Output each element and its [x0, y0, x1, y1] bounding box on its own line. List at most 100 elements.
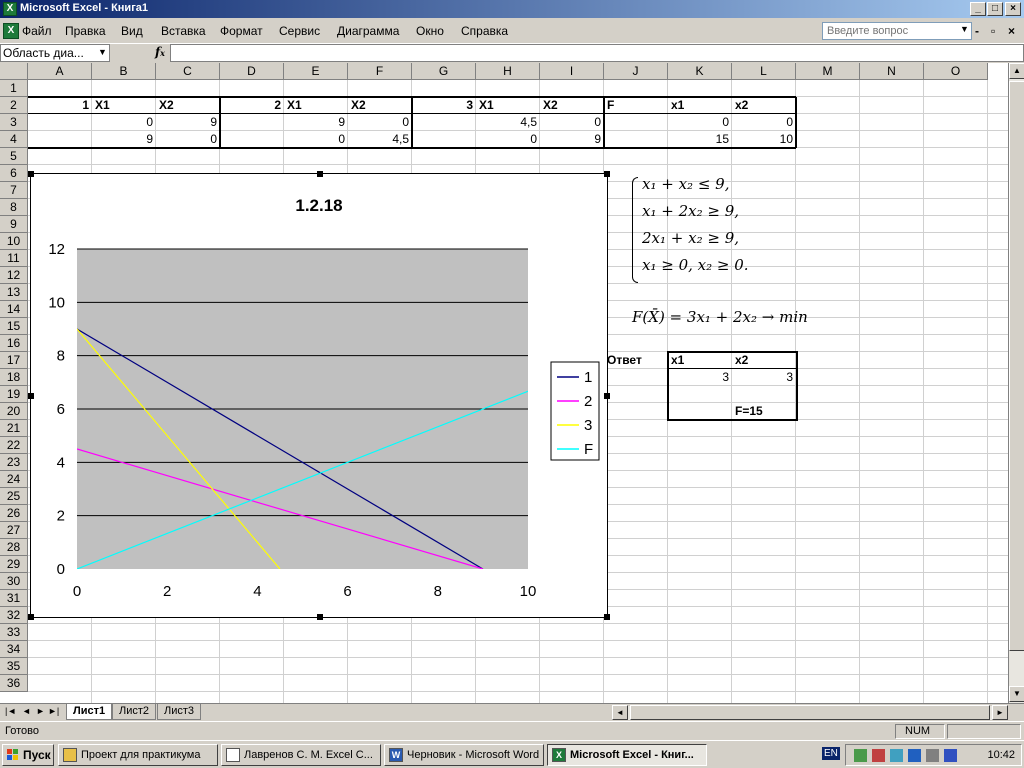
row-header-4[interactable]: 4 — [0, 131, 28, 148]
row-header-1[interactable]: 1 — [0, 80, 28, 97]
select-all-corner[interactable] — [0, 63, 28, 80]
start-button[interactable]: Пуск — [2, 744, 54, 766]
menu-view[interactable]: Вид — [121, 24, 143, 38]
answer-header-x2[interactable]: x2 — [732, 352, 796, 369]
cell-i3[interactable]: 0 — [540, 114, 604, 131]
column-header-l[interactable]: L — [732, 63, 796, 80]
cell-e2[interactable]: X1 — [284, 97, 348, 114]
column-header-j[interactable]: J — [604, 63, 668, 80]
doc-close-button[interactable]: × — [1008, 24, 1015, 38]
answer-label[interactable]: Ответ — [604, 352, 668, 369]
row-header-19[interactable]: 19 — [0, 386, 28, 403]
scroll-down-button[interactable]: ▼ — [1009, 686, 1024, 702]
column-header-k[interactable]: K — [668, 63, 732, 80]
row-header-25[interactable]: 25 — [0, 488, 28, 505]
row-header-2[interactable]: 2 — [0, 97, 28, 114]
row-header-22[interactable]: 22 — [0, 437, 28, 454]
name-box-dropdown-icon[interactable]: ▼ — [98, 47, 107, 57]
volume-icon[interactable] — [926, 749, 939, 762]
horizontal-scrollbar[interactable]: ◄ ► — [612, 705, 1008, 720]
row-header-32[interactable]: 32 — [0, 607, 28, 624]
language-indicator[interactable]: EN — [822, 747, 840, 760]
worksheet-grid[interactable]: A B C D E F G H I J K L M N O 1 2 3 4 5 6 7 8 9 10 11 12 13 14 15 16 17… — [0, 63, 1008, 703]
answer-objective-value[interactable]: F=15 — [732, 403, 796, 420]
row-header-34[interactable]: 34 — [0, 641, 28, 658]
scroll-right-button[interactable]: ► — [992, 705, 1008, 720]
taskbar-folder-button[interactable]: Проект для практикума — [58, 744, 218, 766]
column-header-h[interactable]: H — [476, 63, 540, 80]
row-header-26[interactable]: 26 — [0, 505, 28, 522]
column-header-a[interactable]: A — [28, 63, 92, 80]
cell-b3[interactable]: 0 — [92, 114, 156, 131]
cell-l3[interactable]: 0 — [732, 114, 796, 131]
row-header-18[interactable]: 18 — [0, 369, 28, 386]
excel-app-icon[interactable]: X — [3, 2, 17, 16]
menu-file[interactable]: Файл — [22, 24, 52, 38]
scroll-up-button[interactable]: ▲ — [1009, 63, 1024, 79]
doc-restore-button[interactable]: ▫ — [991, 24, 995, 38]
chart-resize-handle[interactable] — [317, 614, 323, 620]
first-sheet-icon[interactable]: |◄ — [5, 706, 16, 716]
row-header-9[interactable]: 9 — [0, 216, 28, 233]
cell-i2[interactable]: X2 — [540, 97, 604, 114]
row-header-33[interactable]: 33 — [0, 624, 28, 641]
row-header-21[interactable]: 21 — [0, 420, 28, 437]
column-header-c[interactable]: C — [156, 63, 220, 80]
cell-b2[interactable]: X1 — [92, 97, 156, 114]
menu-edit[interactable]: Правка — [65, 24, 106, 38]
help-question-input[interactable] — [822, 22, 972, 40]
sheet-tab-1[interactable]: Лист1 — [66, 704, 113, 720]
cell-h3[interactable]: 4,5 — [476, 114, 540, 131]
column-header-m[interactable]: M — [796, 63, 860, 80]
cell-l2[interactable]: x2 — [732, 97, 796, 114]
row-header-8[interactable]: 8 — [0, 199, 28, 216]
row-header-10[interactable]: 10 — [0, 233, 28, 250]
column-header-n[interactable]: N — [860, 63, 924, 80]
row-header-20[interactable]: 20 — [0, 403, 28, 420]
workbook-icon[interactable]: X — [3, 23, 19, 39]
row-header-16[interactable]: 16 — [0, 335, 28, 352]
menu-help[interactable]: Справка — [461, 24, 508, 38]
sheet-tab-3[interactable]: Лист3 — [157, 704, 202, 720]
answer-value-x1[interactable]: 3 — [668, 369, 732, 386]
maximize-button[interactable]: □ — [987, 2, 1003, 16]
formula-input[interactable] — [170, 44, 1024, 62]
chart-resize-handle[interactable] — [28, 614, 34, 620]
menu-format[interactable]: Формат — [220, 24, 263, 38]
row-header-17[interactable]: 17 — [0, 352, 28, 369]
cell-k2[interactable]: x1 — [668, 97, 732, 114]
taskbar-word-button[interactable]: W Черновик - Microsoft Word — [384, 744, 544, 766]
security-icon[interactable] — [872, 749, 885, 762]
answer-header-x1[interactable]: x1 — [668, 352, 732, 369]
chart-resize-handle[interactable] — [28, 171, 34, 177]
last-sheet-icon[interactable]: ►| — [48, 706, 59, 716]
cell-b4[interactable]: 9 — [92, 131, 156, 148]
menu-tools[interactable]: Сервис — [279, 24, 320, 38]
row-header-28[interactable]: 28 — [0, 539, 28, 556]
column-header-e[interactable]: E — [284, 63, 348, 80]
cell-h4[interactable]: 0 — [476, 131, 540, 148]
row-header-35[interactable]: 35 — [0, 658, 28, 675]
column-header-f[interactable]: F — [348, 63, 412, 80]
cell-k4[interactable]: 15 — [668, 131, 732, 148]
scroll-left-button[interactable]: ◄ — [612, 705, 628, 720]
cell-h2[interactable]: X1 — [476, 97, 540, 114]
prev-sheet-icon[interactable]: ◄ — [22, 706, 31, 716]
cell-j2[interactable]: F — [604, 97, 668, 114]
vertical-scrollbar[interactable]: ▲ ▼ — [1008, 63, 1024, 703]
menu-insert[interactable]: Вставка — [161, 24, 206, 38]
cell-g2[interactable]: 3 — [412, 97, 476, 114]
row-header-24[interactable]: 24 — [0, 471, 28, 488]
player-icon[interactable] — [944, 749, 957, 762]
cell-c2[interactable]: X2 — [156, 97, 220, 114]
menu-window[interactable]: Окно — [416, 24, 444, 38]
chart-resize-handle[interactable] — [604, 393, 610, 399]
cell-a2[interactable]: 1 — [28, 97, 92, 114]
cell-f3[interactable]: 0 — [348, 114, 412, 131]
network-icon[interactable] — [854, 749, 867, 762]
column-header-i[interactable]: I — [540, 63, 604, 80]
row-header-13[interactable]: 13 — [0, 284, 28, 301]
row-header-23[interactable]: 23 — [0, 454, 28, 471]
row-header-3[interactable]: 3 — [0, 114, 28, 131]
cell-i4[interactable]: 9 — [540, 131, 604, 148]
